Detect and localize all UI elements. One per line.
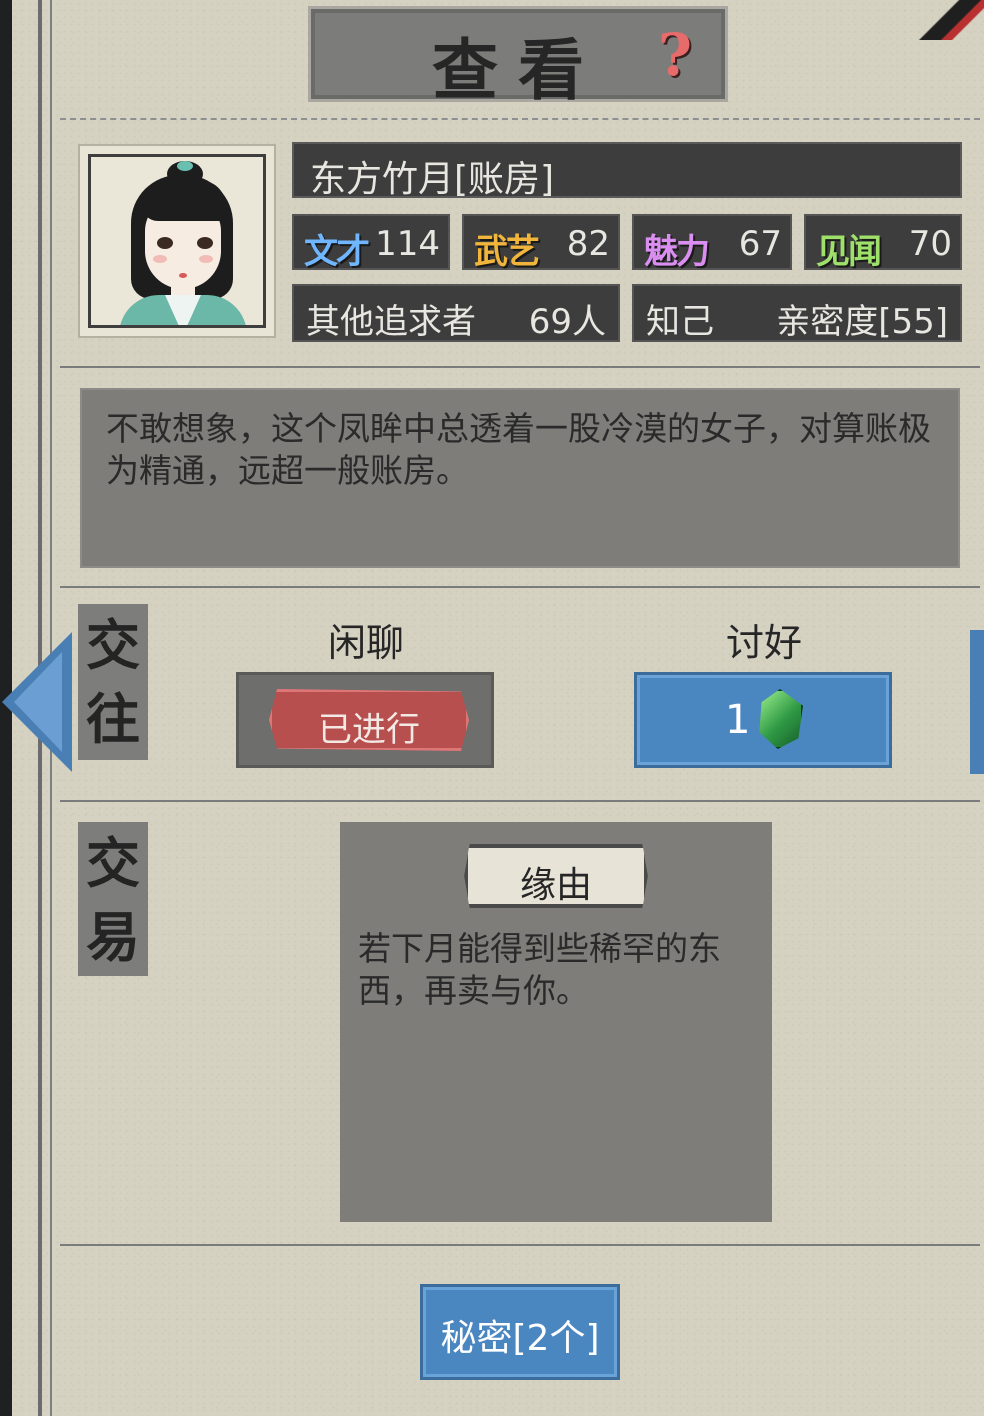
- character-description: 不敢想象，这个凤眸中总透着一股冷漠的女子，对算账极为精通，远超一般账房。: [106, 409, 931, 490]
- stat-value: 82: [566, 224, 610, 264]
- relation-label: 知己: [646, 302, 714, 342]
- divider: [60, 118, 980, 120]
- divider: [60, 586, 980, 588]
- chat-button[interactable]: 已进行: [236, 672, 494, 768]
- suitors-info: 其他追求者 69人: [292, 284, 620, 342]
- chat-status: 已进行: [318, 710, 420, 750]
- chat-label: 闲聊: [327, 621, 404, 665]
- portrait-eye: [197, 237, 213, 249]
- portrait-cheek: [199, 255, 213, 263]
- green-gem-icon: [759, 689, 803, 749]
- portrait-mouth: [179, 273, 187, 278]
- stat-literary: 文才 114: [292, 214, 450, 272]
- please-button[interactable]: 1: [634, 672, 892, 768]
- secret-button-label: 秘密[2个]: [440, 1318, 600, 1359]
- stat-label: 武艺: [474, 232, 540, 272]
- portrait-cheek: [153, 255, 167, 263]
- stat-charm: 魅力 67: [632, 214, 792, 272]
- reason-tag: 缘由: [464, 844, 648, 908]
- reason-label: 缘由: [519, 865, 592, 906]
- stat-martial: 武艺 82: [462, 214, 620, 272]
- relation-info: 知己 亲密度[55]: [632, 284, 962, 342]
- suitors-count: 69人: [528, 302, 606, 342]
- brush-decoration: [914, 0, 984, 40]
- portrait-bangs: [141, 181, 225, 221]
- trade-reason-text: 若下月能得到些稀罕的东西，再卖与你。: [358, 929, 721, 1010]
- character-name: 东方竹月[账房]: [310, 159, 555, 200]
- stat-value: 70: [908, 224, 952, 264]
- portrait-hairpin: [177, 161, 193, 171]
- trade-box: 缘由 若下月能得到些稀罕的东西，再卖与你。: [340, 822, 772, 1222]
- secret-button[interactable]: 秘密[2个]: [420, 1284, 620, 1380]
- avatar: [88, 154, 266, 328]
- portrait-eye: [157, 237, 173, 249]
- help-icon[interactable]: ?: [653, 25, 697, 85]
- stat-value: 67: [738, 224, 782, 264]
- next-arrow-icon[interactable]: [970, 630, 984, 774]
- suitors-label: 其他追求者: [306, 302, 476, 342]
- stat-value: 114: [375, 224, 440, 264]
- divider: [60, 366, 980, 368]
- description-box: 不敢想象，这个凤眸中总透着一股冷漠的女子，对算账极为精通，远超一般账房。: [80, 388, 960, 568]
- title-banner: 查看 ?: [308, 6, 728, 109]
- name-bar: 东方竹月[账房]: [292, 142, 962, 200]
- character-portrait: [78, 144, 276, 338]
- stat-knowledge: 见闻 70: [804, 214, 962, 272]
- please-label: 讨好: [725, 621, 802, 665]
- intimacy-value: 亲密度[55]: [776, 302, 948, 342]
- interact-tag: 交往: [78, 604, 148, 760]
- stat-label: 魅力: [644, 232, 710, 272]
- chat-status-badge: 已进行: [269, 689, 469, 751]
- stat-label: 文才: [304, 232, 370, 272]
- stat-label: 见闻: [816, 232, 882, 272]
- divider: [60, 800, 980, 802]
- trade-tag: 交易: [78, 822, 148, 976]
- please-cost: 1: [725, 697, 751, 743]
- divider: [60, 1244, 980, 1246]
